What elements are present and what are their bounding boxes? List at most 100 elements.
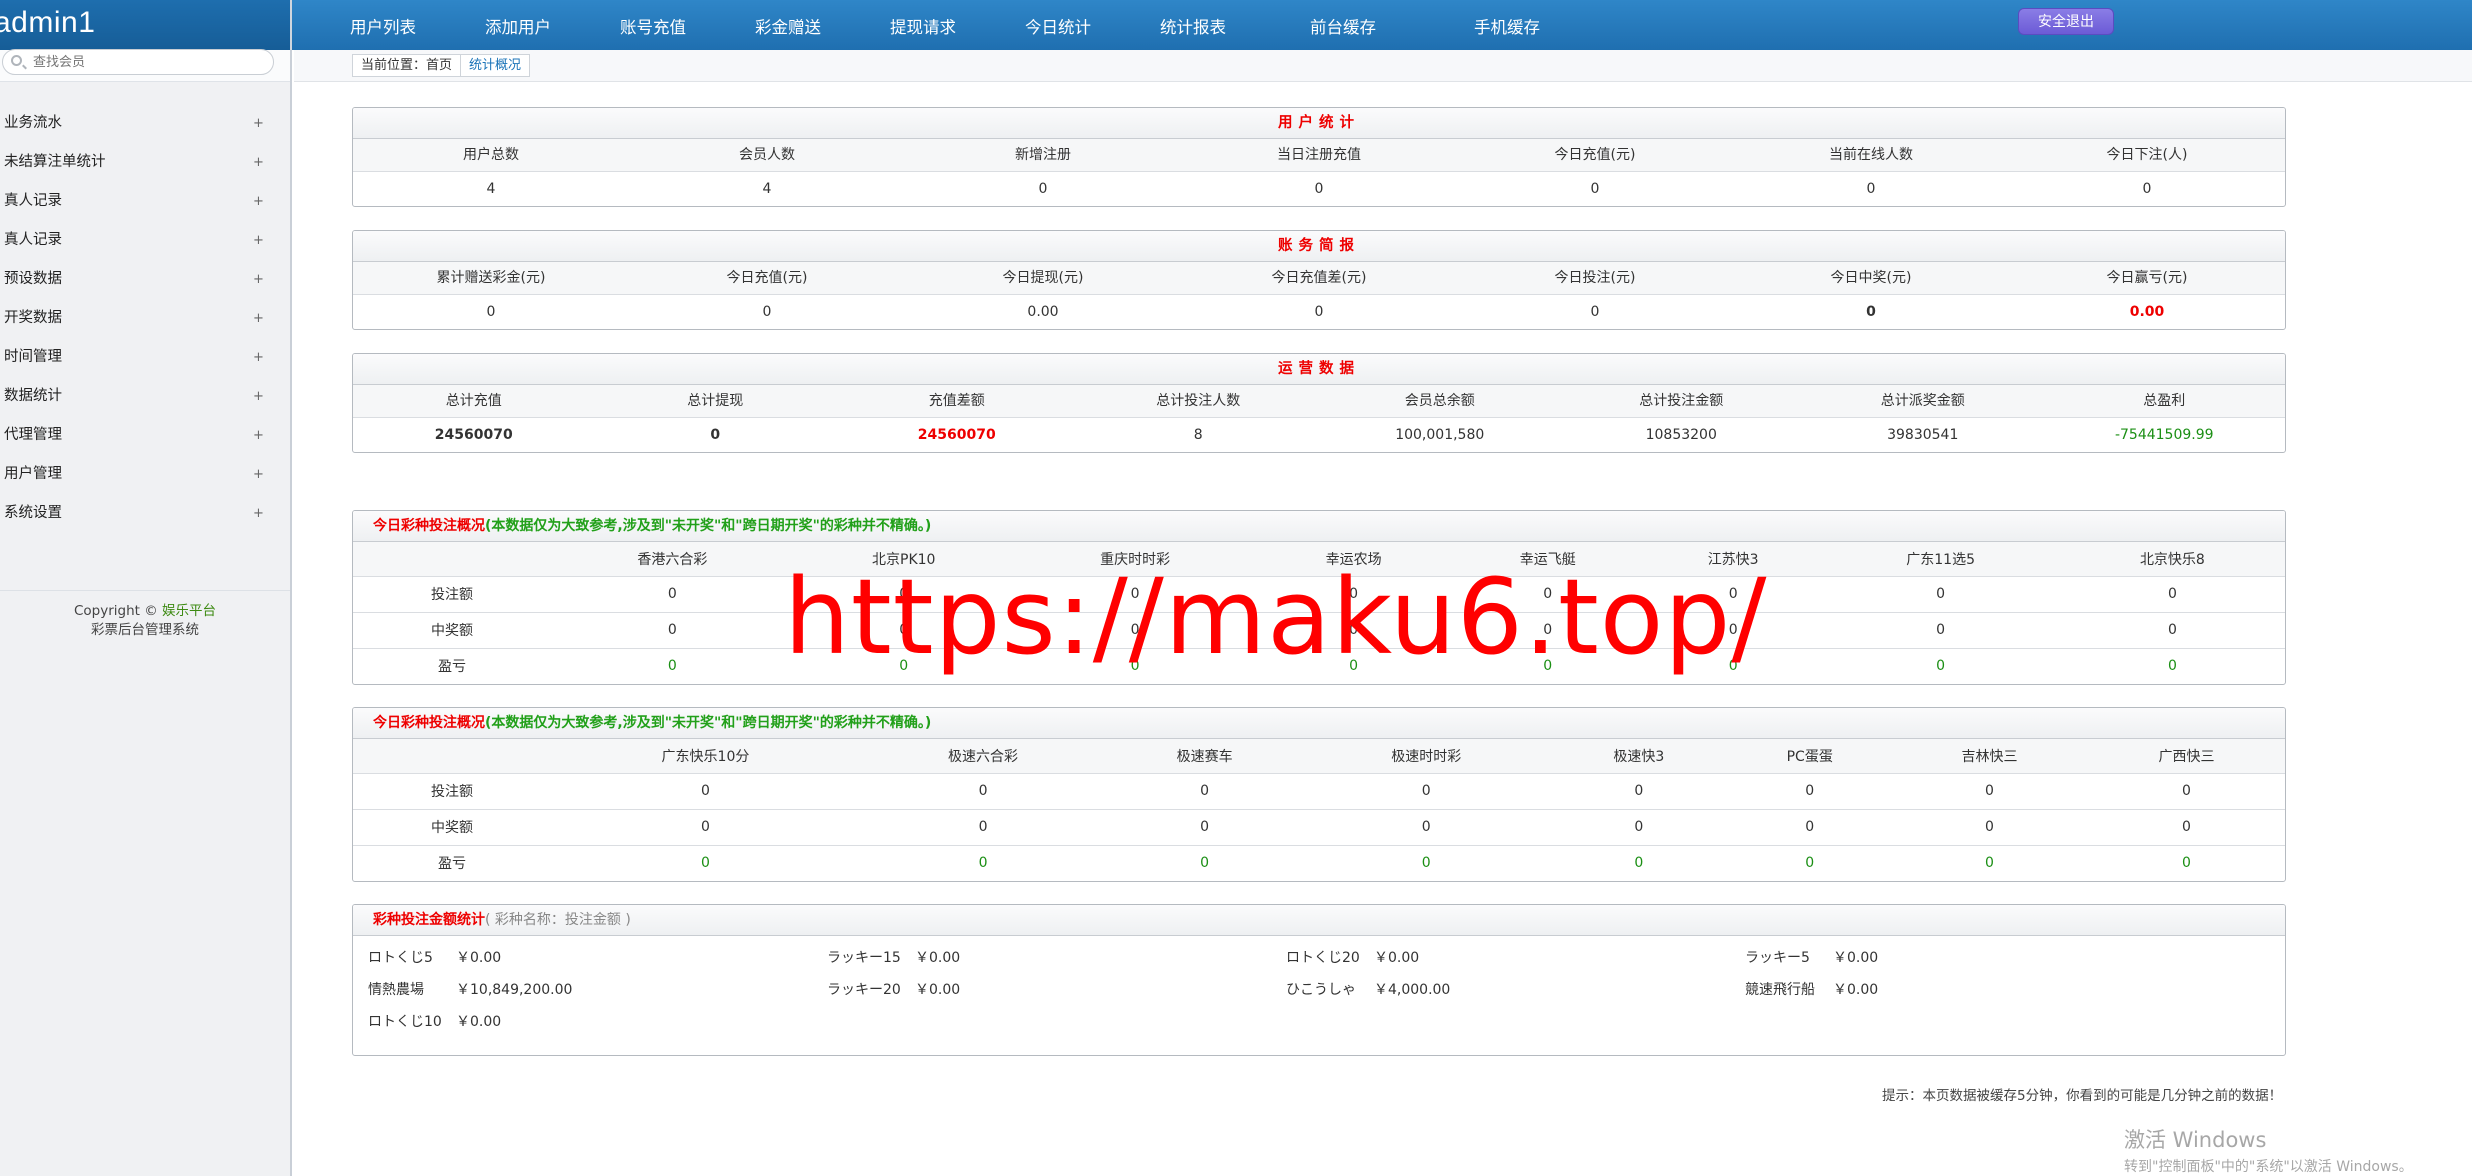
nav-user-list[interactable]: 用户列表 bbox=[350, 14, 416, 38]
table-row: 中奖额 0 0 0 0 0 0 0 0 bbox=[353, 808, 2285, 845]
sidebar-item-time-management[interactable]: 时间管理 + bbox=[0, 338, 290, 377]
column-header: PC蛋蛋 bbox=[1728, 739, 1891, 773]
sidebar-item-label: 开奖数据 bbox=[4, 310, 62, 326]
table-cell: 0 bbox=[2087, 808, 2285, 845]
lottery-name: ラッキー20 bbox=[827, 982, 901, 998]
amount-item: ひこうしゃ ￥4,000.00 bbox=[1271, 974, 1730, 1006]
amount-item: ラッキー20 ￥0.00 bbox=[812, 974, 1271, 1006]
table-cell: 0 bbox=[551, 808, 860, 845]
table-cell: 0 bbox=[1450, 647, 1645, 684]
plus-icon: + bbox=[253, 389, 264, 404]
column-header: 广东11选5 bbox=[1821, 542, 2060, 576]
lottery-name: 情熱農場 bbox=[368, 982, 424, 998]
corner-cell bbox=[353, 739, 551, 773]
value-cell: 0 bbox=[1314, 181, 1324, 197]
sidebar-item-label: 业务流水 bbox=[4, 115, 62, 131]
sidebar-menu: 业务流水 + 未结算注单统计 + 真人记录 + 真人记录 + 预设数据 + 开奖数据 + 时… bbox=[0, 104, 290, 533]
search-icon bbox=[11, 55, 22, 66]
lottery-panel-b: 今日彩种投注概况(本数据仅为大致参考,涉及到"未开奖"和"跨日期开奖"的彩种并不… bbox=[352, 707, 2286, 882]
header-cell: 总计投注人数 bbox=[1156, 393, 1241, 409]
breadcrumb-current: 统计概况 bbox=[460, 55, 529, 76]
table-cell: 0 bbox=[1013, 611, 1257, 648]
table-cell: 0 bbox=[1106, 844, 1304, 881]
nav-add-user[interactable]: 添加用户 bbox=[485, 14, 551, 38]
sidebar-item-unsettled[interactable]: 未结算注单统计 + bbox=[0, 143, 290, 182]
table-cell: 0 bbox=[1450, 575, 1645, 612]
sidebar-item-live-records-1[interactable]: 真人记录 + bbox=[0, 182, 290, 221]
lottery-amount: ￥0.00 bbox=[915, 950, 961, 966]
lottery-amount: ￥10,849,200.00 bbox=[456, 982, 573, 998]
member-search[interactable] bbox=[2, 49, 274, 75]
logout-button[interactable]: 安全退出 bbox=[2018, 8, 2114, 35]
table-cell: 0 bbox=[2059, 575, 2285, 612]
sidebar-item-label: 数据统计 bbox=[4, 388, 62, 404]
header-cell: 今日下注(人) bbox=[2106, 147, 2188, 163]
value-cell: 100,001,580 bbox=[1395, 427, 1485, 443]
value-cell: -75441509.99 bbox=[2114, 427, 2214, 443]
nav-mobile-cache[interactable]: 手机缓存 bbox=[1474, 14, 1540, 38]
panel-title: 用户统计 bbox=[353, 108, 2285, 139]
header-cell: 当前在线人数 bbox=[1829, 147, 1913, 163]
value-cell: 0 bbox=[1314, 304, 1324, 320]
brand-area: admin1 bbox=[0, 0, 292, 50]
value-cell: 0 bbox=[1038, 181, 1048, 197]
sidebar-item-user-management[interactable]: 用户管理 + bbox=[0, 455, 290, 494]
lottery-amount: ￥0.00 bbox=[456, 1014, 502, 1030]
column-header: 极速赛车 bbox=[1106, 739, 1304, 773]
nav-account-recharge[interactable]: 账号充值 bbox=[620, 14, 686, 38]
sidebar-item-system-settings[interactable]: 系统设置 + bbox=[0, 494, 290, 533]
nav-bonus-gift[interactable]: 彩金赠送 bbox=[755, 14, 821, 38]
nav-frontend-cache[interactable]: 前台缓存 bbox=[1310, 14, 1376, 38]
nav-stats-report[interactable]: 统计报表 bbox=[1160, 14, 1226, 38]
table-cell: 0 bbox=[551, 772, 860, 809]
nav-today-stats[interactable]: 今日统计 bbox=[1025, 14, 1091, 38]
sidebar-item-agent-management[interactable]: 代理管理 + bbox=[0, 416, 290, 455]
header-cell: 今日充值差(元) bbox=[1271, 270, 1367, 286]
sidebar-item-label: 系统设置 bbox=[4, 505, 62, 521]
table-row: 投注额 0 0 0 0 0 0 0 0 bbox=[353, 772, 2285, 809]
lottery-name: ロトくじ5 bbox=[368, 950, 433, 966]
table-cell: 0 bbox=[1256, 611, 1451, 648]
panel-title: 账务简报 bbox=[353, 231, 2285, 262]
breadcrumb-home[interactable]: 当前位置：首页 bbox=[353, 55, 460, 76]
user-stats-panel: 用户统计 用户总数 会员人数 新增注册 当日注册充值 今日充值(元) 当前在线人… bbox=[352, 107, 2286, 207]
bet-amount-panel: 彩种投注金额统计( 彩种名称：投注金额 ) ロトくじ5 ￥0.00 ラッキー15 ￥… bbox=[352, 904, 2286, 1056]
value-cell: 4 bbox=[486, 181, 496, 197]
sidebar-item-label: 未结算注单统计 bbox=[4, 154, 106, 170]
table-cell: 0 bbox=[2059, 647, 2285, 684]
plus-icon: + bbox=[253, 311, 264, 326]
table-cell: 0 bbox=[793, 611, 1014, 648]
search-input[interactable] bbox=[33, 53, 263, 71]
plus-icon: + bbox=[253, 467, 264, 482]
sidebar-item-business-flow[interactable]: 业务流水 + bbox=[0, 104, 290, 143]
sidebar-item-preset-data[interactable]: 预设数据 + bbox=[0, 260, 290, 299]
table-cell: 0 bbox=[1013, 575, 1257, 612]
plus-icon: + bbox=[253, 194, 264, 209]
breadcrumb: 当前位置：首页 统计概况 bbox=[352, 54, 531, 77]
table-cell: 0 bbox=[1891, 808, 2088, 845]
table-cell: 0 bbox=[2087, 844, 2285, 881]
copyright-brand: 娱乐平台 bbox=[162, 603, 217, 619]
amount-item: ロトくじ5 ￥0.00 bbox=[353, 942, 812, 974]
nav-withdraw-requests[interactable]: 提现请求 bbox=[890, 14, 956, 38]
table-row: 投注额 0 0 0 0 0 0 0 0 bbox=[353, 575, 2285, 612]
column-header: 广西快三 bbox=[2087, 739, 2285, 773]
table-cell: 0 bbox=[1728, 772, 1891, 809]
sidebar-item-data-stats[interactable]: 数据统计 + bbox=[0, 377, 290, 416]
value-cell: 0.00 bbox=[2129, 304, 2165, 320]
row-label: 投注额 bbox=[353, 575, 551, 612]
header-cell: 今日赢亏(元) bbox=[2106, 270, 2188, 286]
sidebar-item-live-records-2[interactable]: 真人记录 + bbox=[0, 221, 290, 260]
table-cell: 0 bbox=[1644, 611, 1822, 648]
table-cell: 0 bbox=[1256, 647, 1451, 684]
sidebar-item-draw-data[interactable]: 开奖数据 + bbox=[0, 299, 290, 338]
table-cell: 0 bbox=[859, 844, 1107, 881]
copyright-sub: 彩票后台管理系统 bbox=[91, 622, 199, 638]
amount-row: ロトくじ5 ￥0.00 ラッキー15 ￥0.00 ロトくじ20 ￥0.00 ラッキー5… bbox=[353, 942, 2285, 974]
lottery-name: ロトくじ10 bbox=[368, 1014, 442, 1030]
table-cell: 0 bbox=[1549, 772, 1729, 809]
value-cell: 0 bbox=[2142, 181, 2152, 197]
table-cell: 0 bbox=[551, 647, 794, 684]
sidebar-item-label: 真人记录 bbox=[4, 232, 62, 248]
panel-subtitle: ( 彩种名称：投注金额 ) bbox=[485, 912, 631, 928]
